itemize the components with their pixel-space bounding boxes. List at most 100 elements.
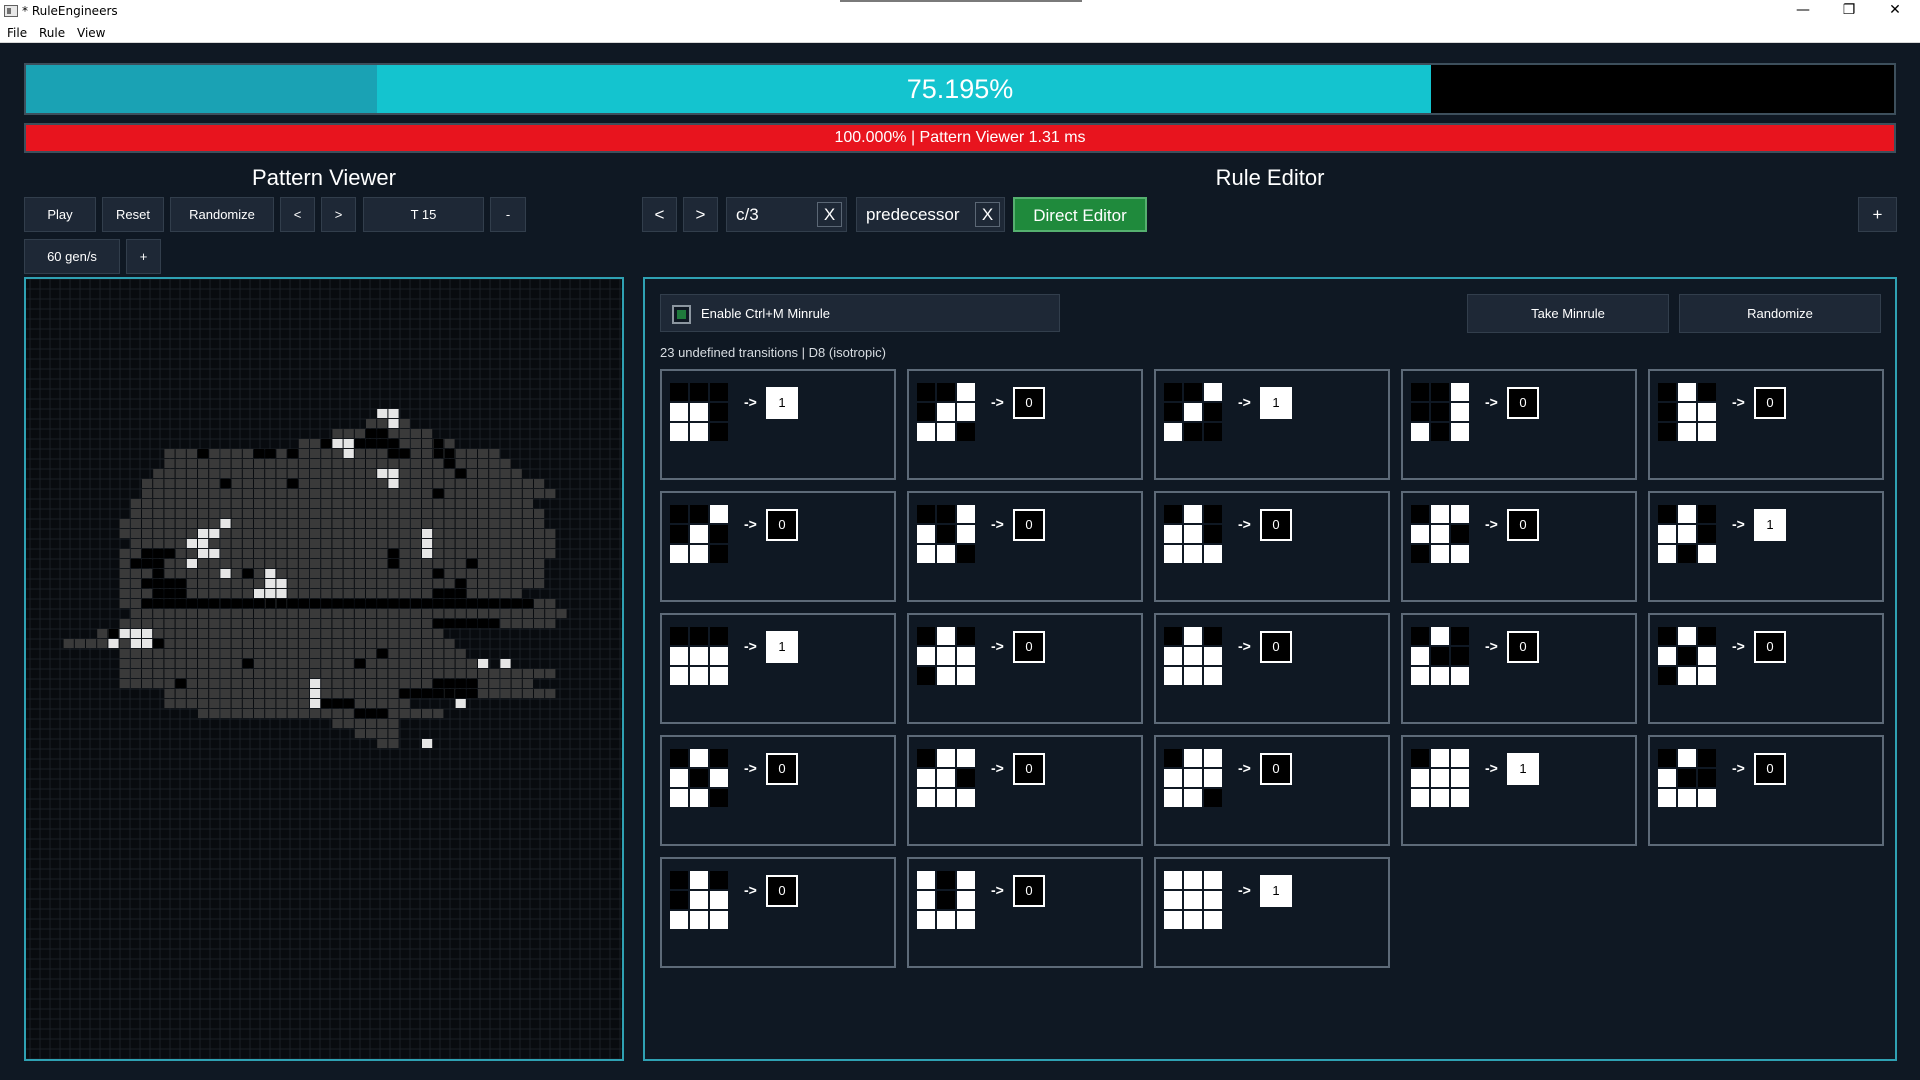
- take-minrule-button[interactable]: Take Minrule: [1467, 294, 1669, 333]
- transition-card[interactable]: -> 0: [660, 735, 896, 846]
- neighborhood-cell: [1431, 525, 1449, 543]
- transition-card[interactable]: -> 0: [907, 491, 1143, 602]
- transition-card[interactable]: -> 0: [907, 369, 1143, 480]
- transition-output-toggle[interactable]: 0: [1754, 631, 1786, 663]
- transition-output-toggle[interactable]: 1: [766, 631, 798, 663]
- history-cell: [310, 549, 321, 558]
- live-cell: [422, 529, 433, 538]
- transition-output-toggle[interactable]: 0: [1013, 631, 1045, 663]
- neighborhood-cell: [690, 891, 708, 909]
- minrule-toggle[interactable]: Enable Ctrl+M Minrule: [660, 294, 1060, 332]
- transition-output-toggle[interactable]: 0: [1260, 753, 1292, 785]
- transition-output-toggle[interactable]: 0: [1507, 631, 1539, 663]
- transition-card[interactable]: -> 0: [1154, 491, 1390, 602]
- history-cell: [242, 709, 253, 718]
- transition-card[interactable]: -> 0: [1401, 369, 1637, 480]
- history-cell: [399, 429, 410, 438]
- dead-cell: [354, 659, 365, 668]
- neighborhood-cell: [1658, 769, 1676, 787]
- transition-output-toggle[interactable]: 0: [1507, 387, 1539, 419]
- transition-card[interactable]: -> 1: [1648, 491, 1884, 602]
- transition-card[interactable]: -> 0: [1154, 613, 1390, 724]
- transition-output-toggle[interactable]: 0: [766, 753, 798, 785]
- transition-output-toggle[interactable]: 0: [766, 509, 798, 541]
- transition-output-toggle[interactable]: 1: [1507, 753, 1539, 785]
- history-cell: [164, 479, 175, 488]
- transition-card[interactable]: -> 0: [907, 735, 1143, 846]
- rule-next-button[interactable]: >: [683, 197, 718, 232]
- history-cell: [534, 579, 545, 588]
- transition-output-toggle[interactable]: 0: [1013, 753, 1045, 785]
- time-field[interactable]: T 15: [363, 197, 484, 232]
- maximize-icon[interactable]: ❐: [1826, 0, 1872, 23]
- reset-button[interactable]: Reset: [102, 197, 164, 232]
- menu-view[interactable]: View: [77, 26, 105, 40]
- menu-rule[interactable]: Rule: [39, 26, 65, 40]
- history-cell: [444, 649, 455, 658]
- transition-output-toggle[interactable]: 0: [1260, 631, 1292, 663]
- minrule-checkbox[interactable]: [672, 305, 691, 324]
- transition-card[interactable]: -> 1: [660, 613, 896, 724]
- transition-output-toggle[interactable]: 0: [1260, 509, 1292, 541]
- history-cell: [466, 669, 477, 678]
- dead-cell: [231, 599, 242, 608]
- randomize-rule-button[interactable]: Randomize: [1679, 294, 1881, 333]
- transition-output-toggle[interactable]: 0: [1507, 509, 1539, 541]
- transition-card[interactable]: -> 1: [1401, 735, 1637, 846]
- transition-output-toggle[interactable]: 0: [1013, 875, 1045, 907]
- transition-card[interactable]: -> 0: [1401, 491, 1637, 602]
- transition-card[interactable]: -> 0: [1648, 613, 1884, 724]
- menu-file[interactable]: File: [7, 26, 27, 40]
- transition-card[interactable]: -> 0: [1648, 735, 1884, 846]
- transition-output-toggle[interactable]: 1: [1260, 387, 1292, 419]
- transition-arrow: ->: [1238, 760, 1251, 776]
- transition-output-toggle[interactable]: 1: [1260, 875, 1292, 907]
- live-cell: [108, 639, 119, 648]
- history-cell: [410, 559, 421, 568]
- history-cell: [399, 469, 410, 478]
- transition-card[interactable]: -> 0: [660, 491, 896, 602]
- transition-card[interactable]: -> 0: [1648, 369, 1884, 480]
- step-forward-button[interactable]: >: [321, 197, 356, 232]
- time-minus-button[interactable]: -: [490, 197, 526, 232]
- step-back-button[interactable]: <: [280, 197, 315, 232]
- transition-output-toggle[interactable]: 0: [1013, 509, 1045, 541]
- transition-card[interactable]: -> 1: [660, 369, 896, 480]
- tag-c3-close-button[interactable]: X: [817, 202, 842, 227]
- transition-output-toggle[interactable]: 0: [1754, 387, 1786, 419]
- history-cell: [489, 489, 500, 498]
- transition-card[interactable]: -> 1: [1154, 857, 1390, 968]
- transition-card[interactable]: -> 0: [660, 857, 896, 968]
- transition-output-toggle[interactable]: 0: [1013, 387, 1045, 419]
- neighborhood-cell: [1451, 545, 1469, 563]
- randomize-pattern-button[interactable]: Randomize: [170, 197, 274, 232]
- rule-prev-button[interactable]: <: [642, 197, 677, 232]
- neighborhood-cell: [957, 505, 975, 523]
- transition-output-toggle[interactable]: 0: [1754, 753, 1786, 785]
- transition-card[interactable]: -> 0: [1401, 613, 1637, 724]
- direct-editor-button[interactable]: Direct Editor: [1013, 197, 1147, 232]
- history-cell: [209, 449, 220, 458]
- speed-plus-button[interactable]: +: [126, 239, 161, 274]
- neighborhood-cell: [1204, 545, 1222, 563]
- close-icon[interactable]: ✕: [1872, 0, 1918, 23]
- pattern-viewer-canvas[interactable]: [24, 277, 624, 1061]
- transition-output-toggle[interactable]: 1: [766, 387, 798, 419]
- history-cell: [500, 539, 511, 548]
- history-cell: [433, 519, 444, 528]
- minimize-icon[interactable]: —: [1780, 0, 1826, 23]
- transition-card[interactable]: -> 0: [907, 857, 1143, 968]
- history-cell: [254, 649, 265, 658]
- transition-card[interactable]: -> 0: [1154, 735, 1390, 846]
- history-cell: [321, 539, 332, 548]
- play-button[interactable]: Play: [24, 197, 96, 232]
- transition-card[interactable]: -> 1: [1154, 369, 1390, 480]
- transition-output-toggle[interactable]: 0: [766, 875, 798, 907]
- live-cell: [198, 529, 209, 538]
- speed-field[interactable]: 60 gen/s: [24, 239, 120, 274]
- transition-output-toggle[interactable]: 1: [1754, 509, 1786, 541]
- neighborhood-cell: [690, 769, 708, 787]
- transition-card[interactable]: -> 0: [907, 613, 1143, 724]
- add-tag-button[interactable]: +: [1858, 197, 1897, 232]
- tag-predecessor-close-button[interactable]: X: [975, 202, 1000, 227]
